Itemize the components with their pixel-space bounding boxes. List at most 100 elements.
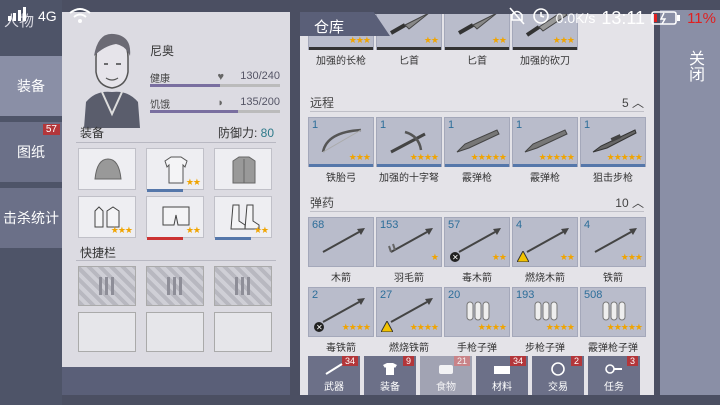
tab-label: 食物	[436, 382, 456, 393]
tab-label: 装备	[17, 78, 45, 94]
tab-equipment[interactable]: 装备	[0, 56, 62, 116]
battery-icon	[651, 10, 681, 26]
count-badge: 3	[626, 356, 638, 366]
equip-slot[interactable]	[78, 148, 136, 190]
poison-icon: ✕	[450, 252, 460, 262]
category-tab[interactable]: 2 交易	[532, 356, 584, 395]
quickbar-slot[interactable]	[78, 312, 136, 352]
count-badge: 9	[402, 356, 414, 366]
divider	[310, 111, 644, 112]
tab-kill-stats[interactable]: 击杀统计	[0, 188, 62, 248]
item-name: 狙击步枪	[593, 173, 633, 184]
star-rating: ★	[430, 252, 439, 262]
count-badge: 2	[570, 356, 582, 366]
star-rating: ★★	[185, 177, 201, 187]
star-rating: ★★★★★	[538, 152, 575, 162]
quickbar-slot[interactable]	[146, 266, 204, 306]
inventory-item[interactable]: 1 ★★★	[308, 117, 374, 167]
net-speed: 0.0K/s	[555, 10, 596, 26]
inventory-item[interactable]: 68	[308, 217, 374, 267]
star-rating: ★★	[253, 225, 269, 235]
star-rating: ★★	[491, 35, 507, 45]
item-name: 霰弹枪子弹	[588, 343, 638, 354]
inventory-item[interactable]: 153 ★	[376, 217, 442, 267]
quickbar-slot[interactable]	[214, 266, 272, 306]
section-toggle[interactable]: 10 ︿	[615, 194, 644, 211]
inventory-item[interactable]: 193 ★★★★	[512, 287, 578, 337]
section-toggle[interactable]: 5 ︿	[622, 94, 644, 111]
star-rating: ★★	[559, 252, 575, 262]
svg-text:✕: ✕	[452, 253, 459, 262]
character-portrait	[76, 28, 146, 128]
inventory-item[interactable]: 4 ★★★	[580, 217, 646, 267]
star-rating: ★★★	[552, 35, 575, 45]
food-icon	[436, 362, 456, 379]
divider	[76, 260, 276, 261]
mute-icon	[508, 6, 526, 30]
quickbar-slot[interactable]	[78, 266, 136, 306]
quickbar-slot[interactable]	[214, 312, 272, 352]
count-badge: 57	[42, 124, 60, 135]
item-name: 铁箭	[603, 273, 623, 284]
item-name: 霰弹枪	[530, 173, 560, 184]
item-name: 匕首	[399, 56, 419, 67]
inventory-item[interactable]: 2 ✕ ★★★★	[308, 287, 374, 337]
star-rating: ★★★	[348, 35, 371, 45]
character-name: 尼奥	[150, 44, 175, 58]
inventory-item[interactable]: 1 ★★★★★	[512, 117, 578, 167]
equip-slot[interactable]: ★★★	[78, 196, 136, 238]
inventory-item[interactable]: 4 ★★	[512, 217, 578, 267]
chevron-up-icon: ︿	[631, 196, 644, 210]
network-type: 4G	[38, 8, 57, 24]
tab-label: 材料	[492, 382, 512, 393]
tab-blueprints[interactable]: 57 图纸	[0, 122, 62, 182]
star-rating: ★★	[185, 225, 201, 235]
inventory-item[interactable]: 27 ★★★★	[376, 287, 442, 337]
category-tab[interactable]: 34 武器	[308, 356, 360, 395]
item-name: 匕首	[467, 56, 487, 67]
divider	[310, 211, 644, 212]
inventory-item[interactable]: 1 ★★★★★	[580, 117, 646, 167]
equip-slot[interactable]: ★★	[214, 196, 272, 240]
tab-label: 装备	[380, 382, 400, 393]
item-name: 木箭	[331, 273, 351, 284]
star-rating: ★★★★	[409, 152, 439, 162]
count-badge: 21	[453, 356, 470, 366]
category-tab[interactable]: 3 任务	[588, 356, 640, 395]
item-name: 燃烧铁箭	[389, 343, 429, 354]
inventory-item[interactable]: 20 ★★★★	[444, 287, 510, 337]
quickbar-slot[interactable]	[146, 312, 204, 352]
section-label: 远程	[310, 96, 335, 110]
equip-slot[interactable]	[214, 148, 272, 190]
defense-stat: 防御力: 80	[218, 124, 274, 141]
close-button[interactable]: 关闭	[660, 10, 720, 395]
defense-value: 80	[260, 126, 274, 140]
inventory-item[interactable]: 57 ✕ ★★	[444, 217, 510, 267]
equip-slot[interactable]: ★★	[146, 148, 204, 192]
poison-icon: ✕	[314, 322, 324, 332]
category-tab[interactable]: 21 食物	[420, 356, 472, 395]
star-rating: ★★★★	[477, 322, 507, 332]
item-name: 步枪子弹	[525, 343, 565, 354]
quickbar-label: 快捷栏	[80, 246, 117, 260]
category-tab[interactable]: 9 装备	[364, 356, 416, 395]
star-rating: ★★★★★	[606, 152, 643, 162]
category-tab[interactable]: 34 材料	[476, 356, 528, 395]
inventory-item[interactable]: 1 ★★★★★	[444, 117, 510, 167]
star-rating: ★★★★	[545, 322, 575, 332]
panel-footer	[62, 367, 290, 395]
inventory-item[interactable]: 1 ★★★★	[376, 117, 442, 167]
item-name: 霰弹枪	[462, 173, 492, 184]
star-rating: ★★★★★	[606, 322, 643, 332]
status-bar: 4G 0.0K/s 13:11 11%	[0, 0, 720, 34]
inventory-item[interactable]: 508 ★★★★★	[580, 287, 646, 337]
star-rating: ★★★★★	[470, 152, 507, 162]
section-count: 5	[621, 96, 629, 110]
defense-label: 防御力:	[217, 126, 258, 140]
equip-slot[interactable]: ★★	[146, 196, 204, 240]
weapon-icon	[324, 362, 344, 379]
tab-label: 任务	[604, 382, 624, 393]
star-rating: ★★★★	[409, 322, 439, 332]
left-nav: 人物 装备 57 图纸 击杀统计	[0, 0, 62, 405]
star-rating: ★★★★	[341, 322, 371, 332]
